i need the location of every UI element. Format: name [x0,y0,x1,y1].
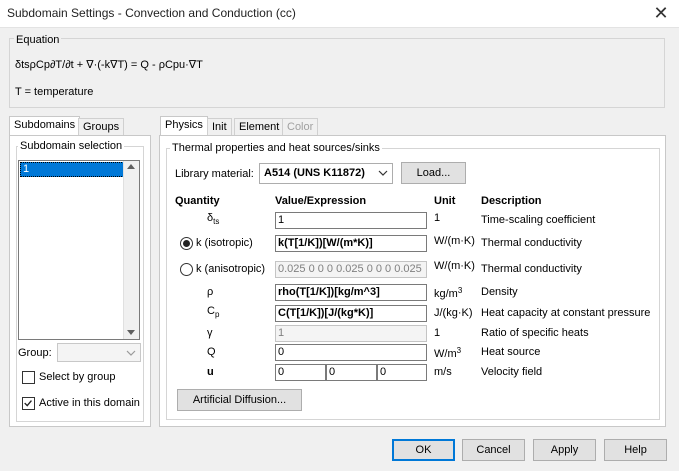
unit-q: W/m3 [434,346,462,360]
library-material-value: A514 (UNS K11872) [264,167,365,179]
ok-button[interactable]: OK [392,439,455,461]
u-y-input[interactable]: 0 [326,364,377,381]
quantity-u: u [207,366,214,378]
equation-text: δtsρCp∂T/∂t + ∇·(-k∇T) = Q - ρCpu·∇T [15,59,203,71]
group-label: Group: [18,347,52,359]
chevron-down-icon [378,170,388,176]
tab-color-label: Color [287,121,314,133]
description-rho: Density [481,286,518,298]
unit-cp: J/(kg·K) [434,307,473,319]
unit-dts: 1 [434,212,441,224]
select-by-group-checkbox[interactable] [22,371,35,384]
tab-subdomains-label: Subdomains [14,119,76,131]
scroll-up-icon[interactable] [127,164,135,169]
unit-rho: kg/m3 [434,286,463,300]
quantity-dts: δts [207,212,220,226]
description-cp: Heat capacity at constant pressure [481,307,651,319]
list-item-label: 1 [23,163,30,175]
quantity-k-isotropic: k (isotropic) [196,237,253,249]
description-q: Heat source [481,346,541,358]
header-quantity: Quantity [175,195,220,207]
close-icon[interactable]: ✕ [651,4,671,24]
thermal-properties-label: Thermal properties and heat sources/sink… [170,142,382,154]
u-z-input[interactable]: 0 [377,364,427,381]
artificial-diffusion-button[interactable]: Artificial Diffusion... [177,389,302,411]
help-button[interactable]: Help [604,439,667,461]
equation-group [9,38,665,108]
q-input[interactable]: 0 [275,344,427,361]
k-anisotropic-radio[interactable] [180,263,193,276]
tab-init[interactable]: Init [207,118,232,136]
group-select[interactable] [57,343,141,362]
subdomain-list[interactable]: 1 [18,160,140,340]
description-dts: Time-scaling coefficient [481,214,596,226]
equation-variable-note: T = temperature [15,86,94,98]
unit-k-isotropic: W/(m·K) [434,235,475,247]
description-k-anisotropic: Thermal conductivity [481,263,582,275]
tab-groups[interactable]: Groups [78,118,125,136]
apply-button[interactable]: Apply [533,439,596,461]
u-x-input[interactable]: 0 [275,364,326,381]
tab-physics-label: Physics [165,119,203,131]
list-scrollbar[interactable] [123,161,139,339]
subdomain-selection-label: Subdomain selection [18,140,125,152]
k-isotropic-radio[interactable] [180,237,193,250]
cancel-button[interactable]: Cancel [462,439,525,461]
description-gamma: Ratio of specific heats [481,327,589,339]
library-material-select[interactable]: A514 (UNS K11872) [259,163,393,184]
tab-element-label: Element [239,121,280,133]
header-unit: Unit [434,195,456,207]
quantity-cp: Cp [207,305,220,319]
rho-input[interactable]: rho(T[1/K])[kg/m^3] [275,284,427,301]
active-in-domain-checkbox[interactable] [22,397,35,410]
tab-groups-label: Groups [83,121,120,133]
library-material-label: Library material: [175,168,254,180]
select-by-group-label: Select by group [39,371,116,383]
dts-input[interactable]: 1 [275,212,427,229]
list-item[interactable]: 1 [20,162,124,177]
description-u: Velocity field [481,366,543,378]
quantity-gamma: γ [207,327,213,339]
equation-group-label: Equation [14,34,62,46]
unit-gamma: 1 [434,327,441,339]
window-title: Subdomain Settings - Convection and Cond… [7,6,296,20]
tab-physics[interactable]: Physics [160,116,208,136]
tab-init-label: Init [212,121,227,133]
tab-element[interactable]: Element [234,118,285,136]
k-isotropic-input[interactable]: k(T[1/K])[W/(m*K)] [275,235,427,252]
unit-k-anisotropic: W/(m·K) [434,260,475,272]
quantity-k-anisotropic: k (anisotropic) [196,263,266,275]
description-k-isotropic: Thermal conductivity [481,237,582,249]
chevron-down-icon [126,350,136,356]
active-in-domain-label: Active in this domain [39,397,140,409]
load-button[interactable]: Load... [401,162,466,184]
k-anisotropic-input: 0.025 0 0 0 0.025 0 0 0 0.025 [275,261,427,278]
tab-color: Color [282,118,319,136]
unit-u: m/s [434,366,452,378]
quantity-q: Q [207,346,216,358]
scroll-down-icon[interactable] [127,330,135,335]
cp-input[interactable]: C(T[1/K])[J/(kg*K)] [275,305,427,322]
gamma-input: 1 [275,325,427,342]
header-description: Description [481,195,542,207]
checkmark-icon [24,400,32,407]
title-bar: Subdomain Settings - Convection and Cond… [0,0,679,28]
header-value: Value/Expression [275,195,367,207]
tab-subdomains[interactable]: Subdomains [9,116,81,136]
quantity-rho: ρ [207,286,214,298]
